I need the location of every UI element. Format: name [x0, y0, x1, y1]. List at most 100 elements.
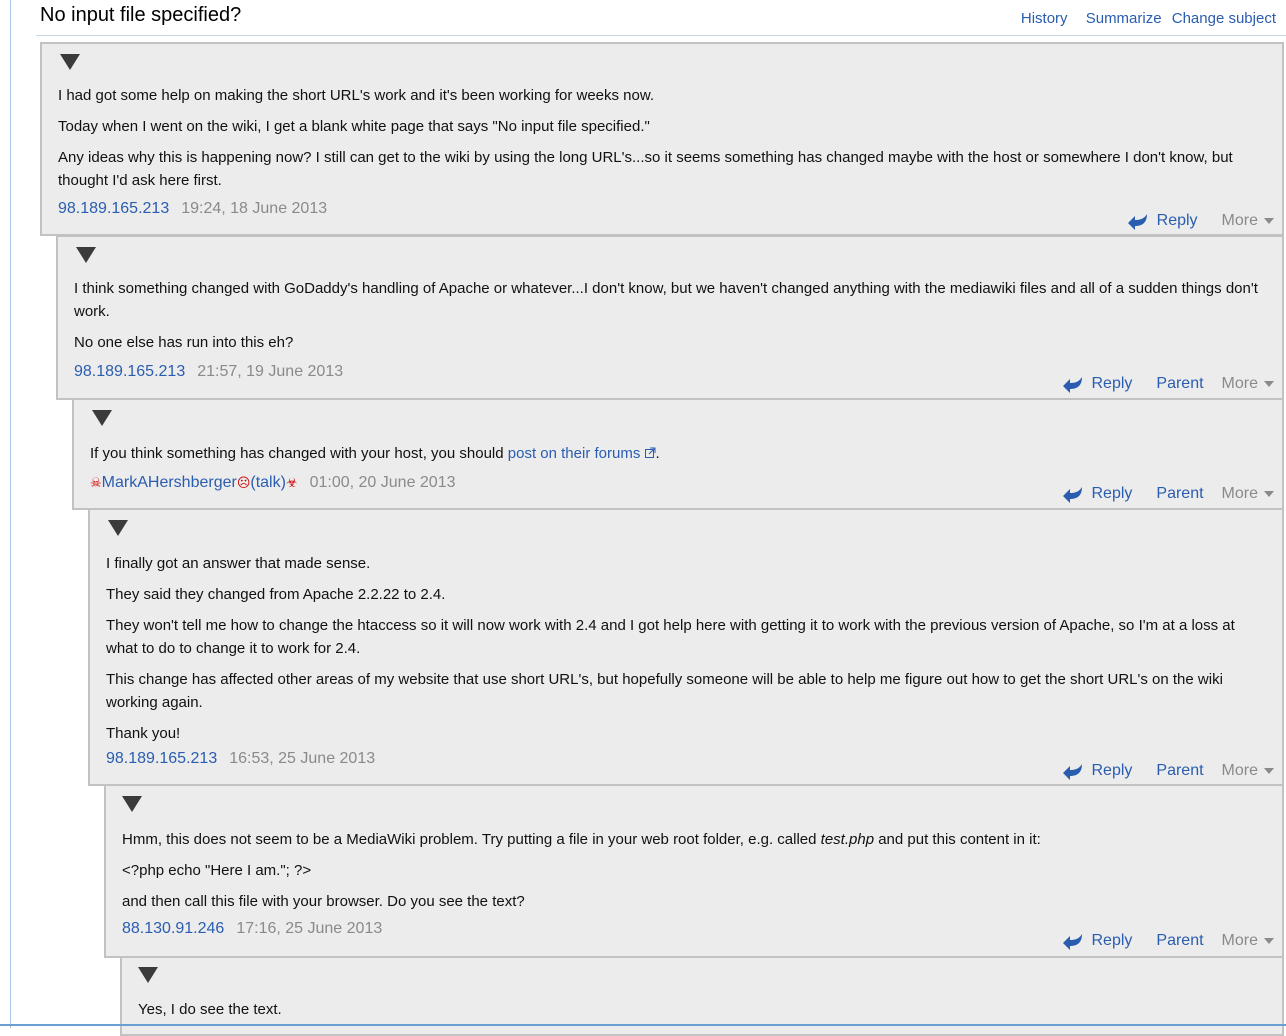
chevron-down-icon — [1264, 490, 1274, 497]
parent-button[interactable]: Parent — [1156, 762, 1203, 780]
collapse-triangle-icon[interactable] — [122, 796, 142, 812]
collapse-triangle-icon[interactable] — [76, 247, 96, 263]
post-paragraph: I finally got an answer that made sense. — [106, 555, 371, 572]
more-menu[interactable]: More — [1222, 375, 1274, 393]
bottom-border — [0, 1024, 1286, 1026]
author-link[interactable]: 98.189.165.213 — [74, 363, 185, 380]
post-paragraph: They said they changed from Apache 2.2.2… — [106, 586, 446, 603]
user-badge-icon: ☹ — [236, 475, 251, 490]
more-label: More — [1221, 375, 1258, 392]
reply-button[interactable]: Reply — [1157, 212, 1198, 230]
code-line: <?php echo "Here I am."; ?> — [122, 862, 312, 879]
chevron-down-icon — [1264, 217, 1274, 224]
post-body: Hmm, this does not seem to be a MediaWik… — [122, 828, 1266, 921]
collapse-triangle-icon[interactable] — [92, 410, 112, 426]
timestamp: 17:16, 25 June 2013 — [236, 920, 383, 937]
more-menu[interactable]: More — [1222, 485, 1274, 503]
post-1: I had got some help on making the short … — [40, 42, 1284, 236]
history-link[interactable]: History — [1021, 10, 1068, 27]
post-body: I think something changed with GoDaddy's… — [74, 277, 1266, 362]
chevron-down-icon — [1264, 937, 1274, 944]
author-link[interactable]: 98.189.165.213 — [58, 200, 169, 217]
post-actions: Reply Parent More — [1062, 373, 1274, 395]
filename: test.php — [820, 831, 875, 848]
post-paragraph: Today when I went on the wiki, I get a b… — [58, 118, 650, 135]
post-actions: Reply Parent More — [1062, 760, 1274, 782]
author-link[interactable]: 98.189.165.213 — [106, 750, 217, 767]
topic-actions: History Summarize Change subject — [1007, 10, 1276, 27]
header-divider — [36, 35, 1286, 36]
more-label: More — [1221, 485, 1258, 502]
post-actions: Reply Parent More — [1062, 930, 1274, 952]
reply-button[interactable]: Reply — [1092, 375, 1133, 393]
parent-button[interactable]: Parent — [1156, 932, 1203, 950]
post-paragraph: Thank you! — [106, 725, 181, 742]
post-paragraph: Hmm, this does not seem to be a MediaWik… — [122, 828, 1266, 851]
post-text: If you think something has changed with … — [90, 445, 508, 462]
biohazard-icon: ☣ — [285, 475, 298, 490]
summarize-link[interactable]: Summarize — [1086, 10, 1162, 27]
chevron-down-icon — [1264, 380, 1274, 387]
more-menu[interactable]: More — [1222, 762, 1274, 780]
post-body: I finally got an answer that made sense.… — [106, 552, 1266, 753]
reply-button[interactable]: Reply — [1092, 762, 1133, 780]
collapse-triangle-icon[interactable] — [108, 520, 128, 536]
author-link[interactable]: 88.130.91.246 — [122, 920, 224, 937]
signature: 98.189.165.213 21:57, 19 June 2013 — [74, 363, 343, 381]
reply-button[interactable]: Reply — [1092, 485, 1133, 503]
post-paragraph: I think something changed with GoDaddy's… — [74, 280, 1258, 320]
post-paragraph: I had got some help on making the short … — [58, 87, 655, 104]
signature: ☠MarkAHershberger☹(talk)☣ 01:00, 20 June … — [90, 474, 456, 492]
post-5: Hmm, this does not seem to be a MediaWik… — [104, 784, 1284, 958]
post-actions: Reply Parent More — [1062, 483, 1274, 505]
post-paragraph: No one else has run into this eh? — [74, 334, 294, 351]
more-label: More — [1221, 212, 1258, 229]
more-menu[interactable]: More — [1222, 932, 1274, 950]
post-body: If you think something has changed with … — [90, 442, 1266, 473]
post-paragraph: Yes, I do see the text. — [138, 1001, 282, 1018]
parent-button[interactable]: Parent — [1156, 485, 1203, 503]
reply-arrow-icon — [1127, 214, 1147, 230]
collapse-triangle-icon[interactable] — [60, 54, 80, 70]
signature: 88.130.91.246 17:16, 25 June 2013 — [122, 920, 382, 938]
chevron-down-icon — [1264, 767, 1274, 774]
external-link-icon — [644, 447, 655, 458]
reply-arrow-icon — [1062, 764, 1082, 780]
post-paragraph: They won't tell me how to change the hta… — [106, 617, 1235, 657]
skull-icon: ☠ — [90, 475, 102, 490]
post-3: If you think something has changed with … — [72, 398, 1284, 510]
reply-arrow-icon — [1062, 934, 1082, 950]
link-label: post on their forums — [507, 445, 641, 462]
collapse-triangle-icon[interactable] — [138, 967, 158, 983]
reply-button[interactable]: Reply — [1092, 932, 1133, 950]
post-paragraph: Any ideas why this is happening now? I s… — [58, 149, 1233, 189]
timestamp: 21:57, 19 June 2013 — [197, 363, 344, 380]
signature: 98.189.165.213 16:53, 25 June 2013 — [106, 750, 375, 768]
timestamp: 19:24, 18 June 2013 — [181, 200, 328, 217]
post-4: I finally got an answer that made sense.… — [88, 508, 1284, 786]
post-actions: Reply More — [1127, 210, 1274, 232]
external-forum-link[interactable]: post on their forums — [508, 445, 656, 462]
post-paragraph: and then call this file with your browse… — [122, 893, 525, 910]
post-text: and put this content in it: — [874, 831, 1041, 848]
post-text: . — [655, 445, 660, 462]
post-paragraph: This change has affected other areas of … — [106, 671, 1223, 711]
left-border — [10, 0, 11, 1028]
talk-link[interactable]: (talk) — [250, 474, 286, 491]
timestamp: 16:53, 25 June 2013 — [229, 750, 376, 767]
more-label: More — [1221, 762, 1258, 779]
post-2: I think something changed with GoDaddy's… — [56, 235, 1284, 400]
reply-arrow-icon — [1062, 487, 1082, 503]
more-menu[interactable]: More — [1222, 212, 1274, 230]
author-link[interactable]: MarkAHershberger — [102, 474, 237, 491]
post-paragraph: If you think something has changed with … — [90, 442, 1266, 465]
change-subject-link[interactable]: Change subject — [1172, 10, 1276, 27]
reply-arrow-icon — [1062, 377, 1082, 393]
post-body: I had got some help on making the short … — [58, 84, 1266, 200]
post-text: Hmm, this does not seem to be a MediaWik… — [122, 831, 821, 848]
timestamp: 01:00, 20 June 2013 — [309, 474, 456, 491]
more-label: More — [1221, 932, 1258, 949]
parent-button[interactable]: Parent — [1156, 375, 1203, 393]
signature: 98.189.165.213 19:24, 18 June 2013 — [58, 200, 327, 218]
topic-title: No input file specified? — [40, 4, 242, 26]
